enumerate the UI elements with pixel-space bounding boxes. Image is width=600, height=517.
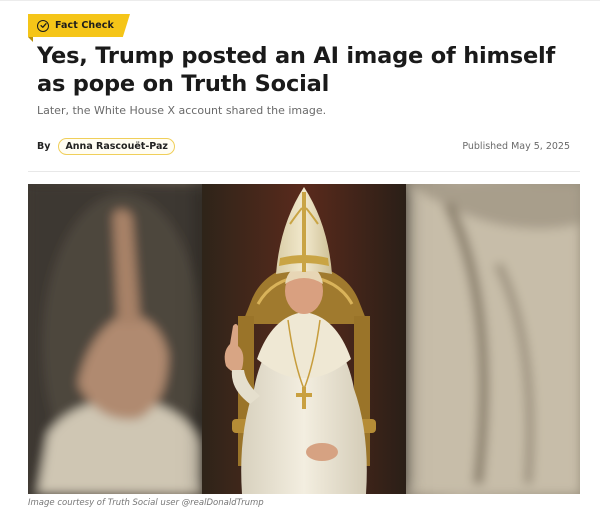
author-link[interactable]: Anna Rascouët-Paz	[58, 138, 175, 155]
byline: By Anna Rascouët-Paz	[37, 138, 175, 155]
pope-image	[202, 184, 406, 494]
article-subtitle: Later, the White House X account shared …	[37, 104, 327, 117]
check-circle-icon	[37, 19, 49, 32]
article-headline: Yes, Trump posted an AI image of himself…	[37, 43, 556, 97]
hero-image[interactable]	[28, 184, 580, 494]
badge-label: Fact Check	[55, 20, 114, 31]
image-caption: Image courtesy of Truth Social user @rea…	[28, 498, 264, 508]
badge-fold	[28, 37, 33, 42]
top-rule	[0, 0, 600, 1]
published-date: Published May 5, 2025	[462, 141, 570, 152]
divider	[28, 171, 580, 172]
fact-check-badge[interactable]: Fact Check	[28, 14, 130, 37]
by-label: By	[37, 141, 51, 152]
